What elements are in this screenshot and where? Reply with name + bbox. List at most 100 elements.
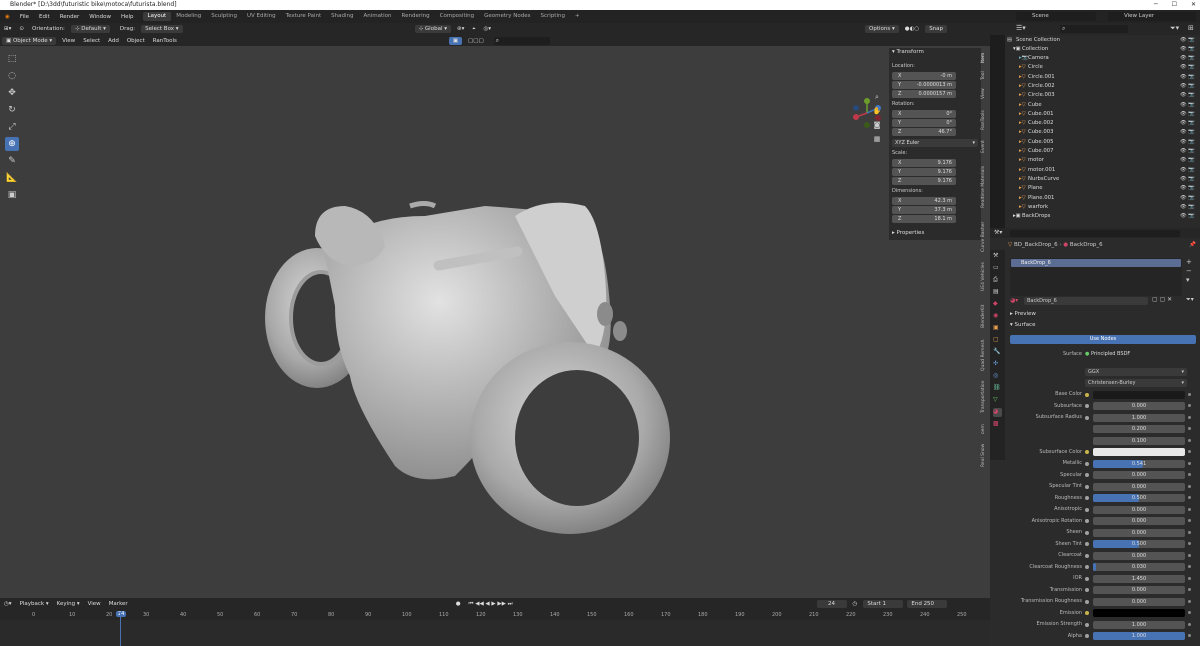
menu-object[interactable]: Object (123, 38, 149, 44)
measure-tool-icon[interactable]: 📐 (5, 171, 19, 185)
end-frame-field[interactable]: End 250 (907, 600, 948, 608)
outliner-item-motor-001[interactable]: ▸▽ motor.001 👁 📷 (1005, 166, 1200, 175)
menu-add[interactable]: Add (104, 38, 123, 44)
socket-dot-icon[interactable] (1085, 565, 1089, 569)
menu-playback[interactable]: Playback ▾ (16, 601, 53, 607)
visibility-icon[interactable]: 👁 📷 (1180, 63, 1195, 72)
drag-dropdown[interactable]: Select Box ▾ (141, 25, 183, 33)
properties-header[interactable]: ▸ Properties (892, 230, 978, 238)
bsdf-input-field[interactable]: 0.500 (1093, 494, 1185, 502)
tab-layout[interactable]: Layout (142, 12, 172, 21)
bsdf-input-field[interactable]: 1.000 (1093, 632, 1185, 640)
sidebar-tab-transportation[interactable]: Transportation (981, 376, 990, 418)
modifier-tab-icon[interactable]: 🔧 (993, 348, 1002, 357)
visibility-icon[interactable]: 👁 📷 (1180, 138, 1195, 147)
playhead-line[interactable] (120, 612, 121, 646)
visibility-icon[interactable]: 👁 📷 (1180, 110, 1195, 119)
bsdf-input-field[interactable]: 1.000 (1093, 413, 1185, 422)
keyframe-dot-icon[interactable] (1188, 622, 1191, 626)
visibility-icon[interactable]: 👁 📷 (1180, 54, 1195, 63)
keyframe-dot-icon[interactable] (1188, 473, 1191, 476)
viewport-search-input[interactable]: ⌕ (493, 36, 550, 45)
visibility-icon[interactable]: 👁 📷 (1180, 212, 1195, 221)
keyframe-dot-icon[interactable] (1188, 542, 1191, 545)
annotate-tool-icon[interactable]: ✎ (5, 154, 19, 168)
bsdf-input-field[interactable]: 0.000 (1093, 505, 1185, 514)
scene-tab-icon[interactable]: ◆ (993, 300, 1002, 309)
outliner-item-plane-001[interactable]: ▸▽ Plane.001 👁 📷 (1005, 194, 1200, 203)
outliner-item-circle-002[interactable]: ▸▽ Circle.002 👁 📷 (1005, 82, 1200, 91)
keyframe-dot-icon[interactable] (1188, 461, 1191, 465)
data-tab-icon[interactable]: ▽ (993, 396, 1002, 405)
playhead-frame-label[interactable]: 24 (116, 611, 127, 617)
socket-dot-icon[interactable] (1085, 461, 1089, 466)
sidebar-tab-real-snow[interactable]: Real Snow (981, 440, 990, 470)
scene-selector[interactable]: Scene (1016, 12, 1096, 21)
material-slot-list[interactable]: BackDrop_6 (1010, 258, 1182, 296)
bsdf-input-field[interactable]: 0.000 (1093, 482, 1185, 491)
rotation-z-field[interactable]: Z 46.7° (892, 128, 956, 136)
transform-orientation-dropdown[interactable]: ⊹ Global ▾ (414, 25, 451, 33)
surface-shader-field[interactable]: ● Principled BSDF (1085, 350, 1177, 358)
socket-dot-icon[interactable] (1085, 415, 1089, 420)
new-collection-icon[interactable]: ⊞ (1188, 24, 1194, 32)
collection-tab-icon[interactable]: ▣ (993, 324, 1002, 333)
keyframe-dot-icon[interactable] (1188, 611, 1191, 614)
outliner-editor-icon[interactable]: ☰▾ (1016, 24, 1026, 32)
visibility-icon[interactable]: 👁 📷 (1180, 156, 1195, 165)
keyframe-dot-icon[interactable] (1188, 484, 1191, 488)
sidebar-tab-blenderkit[interactable]: BlenderKit (981, 298, 990, 334)
outliner-item-circle[interactable]: ▸▽ Circle 👁 📷 (1005, 63, 1200, 72)
rotate-tool-icon[interactable]: ↻ (5, 103, 19, 117)
select-tool-icon[interactable]: ⬚ (5, 52, 19, 66)
3d-viewport[interactable]: ⌕ ✋ ◙ ▦ (0, 46, 990, 598)
scale-x-field[interactable]: X 9.176 (892, 159, 956, 167)
use-nodes-button[interactable]: Use Nodes (1010, 335, 1196, 344)
keyframe-dot-icon[interactable] (1188, 588, 1191, 591)
keyframe-dot-icon[interactable] (1188, 415, 1191, 419)
record-icon[interactable]: ● (452, 601, 465, 607)
keyframe-dot-icon[interactable] (1188, 438, 1191, 442)
menu-edit[interactable]: Edit (34, 14, 55, 20)
physics-tab-icon[interactable]: ◎ (993, 372, 1002, 381)
pan-hand-icon[interactable]: ✋ (872, 106, 882, 116)
sidebar-tab-event[interactable]: Event (981, 138, 990, 156)
motorbike-model[interactable] (255, 146, 685, 546)
menu-file[interactable]: File (15, 14, 34, 20)
material-name-field[interactable]: BackDrop_6 (1024, 297, 1148, 305)
outliner-item-nurbscurve[interactable]: ▸▽ NurbsCurve 👁 📷 (1005, 175, 1200, 184)
bsdf-input-field[interactable]: 0.000 (1093, 517, 1185, 525)
camera-view-icon[interactable]: ◙ (872, 120, 882, 130)
menu-rantools[interactable]: RanTools (149, 38, 181, 44)
tab-uv-editing[interactable]: UV Editing (242, 12, 281, 21)
visibility-icon[interactable]: 👁 📷 (1180, 82, 1195, 91)
socket-dot-icon[interactable] (1085, 496, 1089, 500)
visibility-icon[interactable]: 👁 📷 (1180, 166, 1195, 175)
bsdf-input-field[interactable]: 0.000 (1093, 528, 1185, 537)
timeline-ruler[interactable]: 0 10 20 30 40 50 60 70 80 90 100 110 120 130 140 150 160… (0, 610, 990, 620)
outliner-item-cube[interactable]: ▸▽ Cube 👁 📷 (1005, 101, 1200, 110)
keyframe-dot-icon[interactable] (1188, 496, 1191, 499)
tab-scripting[interactable]: Scripting (536, 12, 570, 21)
socket-dot-icon[interactable] (1085, 588, 1089, 592)
outliner-item-circle-001[interactable]: ▸▽ Circle.001 👁 📷 (1005, 73, 1200, 82)
select-mode-icon[interactable]: ▣ (448, 36, 463, 45)
socket-dot-icon[interactable] (1085, 519, 1089, 523)
close-icon[interactable]: ✕ (1191, 0, 1196, 10)
filter-icon[interactable]: ⏷▾ (1170, 24, 1179, 33)
transform-header[interactable]: ▾ Transform (892, 49, 978, 57)
blender-logo-icon[interactable]: ◉ (0, 14, 15, 20)
tool-tab-icon[interactable]: ⚒ (993, 252, 1002, 261)
rotation-y-field[interactable]: Y 0° (892, 119, 956, 127)
keyframe-dot-icon[interactable] (1188, 565, 1191, 568)
zoom-icon[interactable]: ⌕ (872, 92, 882, 102)
visibility-icon[interactable]: 👁 📷 (1180, 147, 1195, 156)
visibility-icon[interactable]: 👁 📷 (1180, 194, 1195, 203)
keyframe-dot-icon[interactable] (1188, 507, 1191, 511)
tab-animation[interactable]: Animation (358, 12, 396, 21)
visibility-icon[interactable]: 👁 📷 (1180, 101, 1195, 110)
cursor-tool-icon[interactable]: ◌ (5, 69, 19, 83)
visibility-icon[interactable]: 👁 📷 (1180, 91, 1195, 100)
socket-dot-icon[interactable] (1085, 553, 1089, 558)
location-y-field[interactable]: Y -0.0000013 m (892, 81, 956, 89)
